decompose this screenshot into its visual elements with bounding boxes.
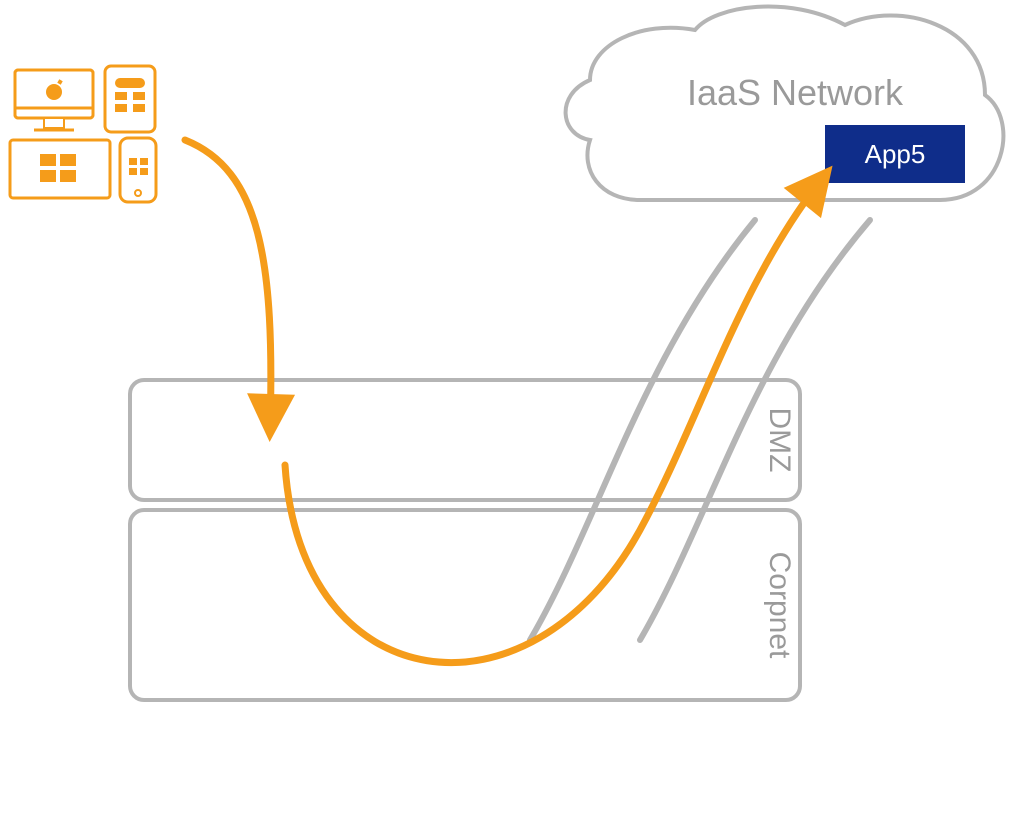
device-windows-phone (120, 138, 156, 202)
client-devices (10, 66, 156, 202)
device-windows-laptop (10, 140, 110, 198)
diagram-canvas: IaaS Network App5 DMZ Corpnet (0, 0, 1016, 837)
flow-arrow (185, 140, 825, 663)
app-box: App5 (825, 125, 965, 183)
app-box-label: App5 (865, 139, 926, 169)
tunnel-lines (530, 220, 870, 640)
zone-dmz-label: DMZ (763, 408, 796, 473)
device-imac (15, 70, 93, 130)
zone-corpnet-label: Corpnet (763, 552, 796, 659)
zone-corpnet: Corpnet (130, 510, 800, 700)
device-tablet (105, 66, 155, 132)
cloud-title: IaaS Network (687, 72, 904, 113)
